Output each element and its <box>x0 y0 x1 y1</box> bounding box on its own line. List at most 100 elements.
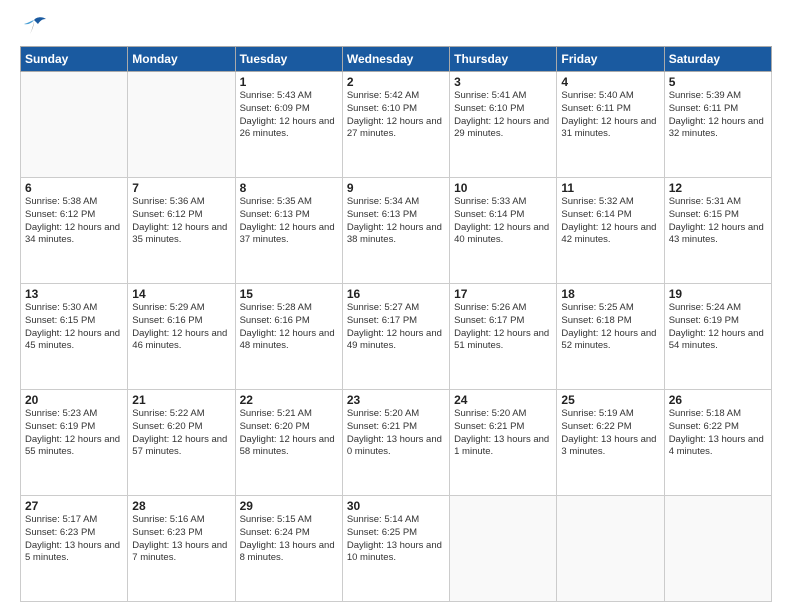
day-number: 14 <box>132 287 230 301</box>
day-number: 12 <box>669 181 767 195</box>
day-number: 29 <box>240 499 338 513</box>
day-number: 8 <box>240 181 338 195</box>
day-info: Sunrise: 5:23 AM Sunset: 6:19 PM Dayligh… <box>25 408 123 459</box>
day-number: 25 <box>561 393 659 407</box>
day-cell: 21Sunrise: 5:22 AM Sunset: 6:20 PM Dayli… <box>128 390 235 496</box>
day-number: 6 <box>25 181 123 195</box>
day-number: 18 <box>561 287 659 301</box>
day-number: 1 <box>240 75 338 89</box>
day-number: 5 <box>669 75 767 89</box>
day-cell: 9Sunrise: 5:34 AM Sunset: 6:13 PM Daylig… <box>342 178 449 284</box>
day-number: 4 <box>561 75 659 89</box>
day-cell: 2Sunrise: 5:42 AM Sunset: 6:10 PM Daylig… <box>342 72 449 178</box>
day-info: Sunrise: 5:20 AM Sunset: 6:21 PM Dayligh… <box>347 408 445 459</box>
day-cell: 15Sunrise: 5:28 AM Sunset: 6:16 PM Dayli… <box>235 284 342 390</box>
day-cell <box>21 72 128 178</box>
day-info: Sunrise: 5:28 AM Sunset: 6:16 PM Dayligh… <box>240 302 338 353</box>
day-info: Sunrise: 5:36 AM Sunset: 6:12 PM Dayligh… <box>132 196 230 247</box>
day-cell: 20Sunrise: 5:23 AM Sunset: 6:19 PM Dayli… <box>21 390 128 496</box>
day-number: 28 <box>132 499 230 513</box>
day-number: 30 <box>347 499 445 513</box>
day-cell <box>128 72 235 178</box>
page: SundayMondayTuesdayWednesdayThursdayFrid… <box>0 0 792 612</box>
day-info: Sunrise: 5:17 AM Sunset: 6:23 PM Dayligh… <box>25 514 123 565</box>
weekday-header-monday: Monday <box>128 47 235 72</box>
day-info: Sunrise: 5:16 AM Sunset: 6:23 PM Dayligh… <box>132 514 230 565</box>
day-cell: 25Sunrise: 5:19 AM Sunset: 6:22 PM Dayli… <box>557 390 664 496</box>
day-cell: 14Sunrise: 5:29 AM Sunset: 6:16 PM Dayli… <box>128 284 235 390</box>
weekday-header-friday: Friday <box>557 47 664 72</box>
day-info: Sunrise: 5:15 AM Sunset: 6:24 PM Dayligh… <box>240 514 338 565</box>
day-number: 15 <box>240 287 338 301</box>
day-cell <box>450 496 557 602</box>
week-row-1: 1Sunrise: 5:43 AM Sunset: 6:09 PM Daylig… <box>21 72 772 178</box>
day-number: 23 <box>347 393 445 407</box>
day-cell <box>557 496 664 602</box>
day-info: Sunrise: 5:20 AM Sunset: 6:21 PM Dayligh… <box>454 408 552 459</box>
weekday-header-sunday: Sunday <box>21 47 128 72</box>
day-info: Sunrise: 5:32 AM Sunset: 6:14 PM Dayligh… <box>561 196 659 247</box>
day-number: 22 <box>240 393 338 407</box>
day-number: 20 <box>25 393 123 407</box>
day-info: Sunrise: 5:26 AM Sunset: 6:17 PM Dayligh… <box>454 302 552 353</box>
day-number: 27 <box>25 499 123 513</box>
day-info: Sunrise: 5:25 AM Sunset: 6:18 PM Dayligh… <box>561 302 659 353</box>
week-row-3: 13Sunrise: 5:30 AM Sunset: 6:15 PM Dayli… <box>21 284 772 390</box>
day-cell: 29Sunrise: 5:15 AM Sunset: 6:24 PM Dayli… <box>235 496 342 602</box>
day-cell: 18Sunrise: 5:25 AM Sunset: 6:18 PM Dayli… <box>557 284 664 390</box>
weekday-header-row: SundayMondayTuesdayWednesdayThursdayFrid… <box>21 47 772 72</box>
day-cell: 8Sunrise: 5:35 AM Sunset: 6:13 PM Daylig… <box>235 178 342 284</box>
day-cell: 6Sunrise: 5:38 AM Sunset: 6:12 PM Daylig… <box>21 178 128 284</box>
week-row-5: 27Sunrise: 5:17 AM Sunset: 6:23 PM Dayli… <box>21 496 772 602</box>
weekday-header-tuesday: Tuesday <box>235 47 342 72</box>
day-number: 26 <box>669 393 767 407</box>
logo <box>20 16 52 38</box>
day-info: Sunrise: 5:29 AM Sunset: 6:16 PM Dayligh… <box>132 302 230 353</box>
logo-bird-icon <box>20 16 48 38</box>
day-info: Sunrise: 5:27 AM Sunset: 6:17 PM Dayligh… <box>347 302 445 353</box>
day-info: Sunrise: 5:43 AM Sunset: 6:09 PM Dayligh… <box>240 90 338 141</box>
day-cell: 26Sunrise: 5:18 AM Sunset: 6:22 PM Dayli… <box>664 390 771 496</box>
day-number: 21 <box>132 393 230 407</box>
day-number: 3 <box>454 75 552 89</box>
day-info: Sunrise: 5:39 AM Sunset: 6:11 PM Dayligh… <box>669 90 767 141</box>
day-info: Sunrise: 5:34 AM Sunset: 6:13 PM Dayligh… <box>347 196 445 247</box>
weekday-header-saturday: Saturday <box>664 47 771 72</box>
day-info: Sunrise: 5:33 AM Sunset: 6:14 PM Dayligh… <box>454 196 552 247</box>
day-cell <box>664 496 771 602</box>
day-info: Sunrise: 5:42 AM Sunset: 6:10 PM Dayligh… <box>347 90 445 141</box>
day-cell: 30Sunrise: 5:14 AM Sunset: 6:25 PM Dayli… <box>342 496 449 602</box>
day-info: Sunrise: 5:22 AM Sunset: 6:20 PM Dayligh… <box>132 408 230 459</box>
day-cell: 3Sunrise: 5:41 AM Sunset: 6:10 PM Daylig… <box>450 72 557 178</box>
day-cell: 28Sunrise: 5:16 AM Sunset: 6:23 PM Dayli… <box>128 496 235 602</box>
day-info: Sunrise: 5:35 AM Sunset: 6:13 PM Dayligh… <box>240 196 338 247</box>
day-number: 7 <box>132 181 230 195</box>
day-cell: 17Sunrise: 5:26 AM Sunset: 6:17 PM Dayli… <box>450 284 557 390</box>
day-info: Sunrise: 5:18 AM Sunset: 6:22 PM Dayligh… <box>669 408 767 459</box>
top-area <box>20 16 772 38</box>
day-number: 2 <box>347 75 445 89</box>
calendar: SundayMondayTuesdayWednesdayThursdayFrid… <box>20 46 772 602</box>
day-cell: 24Sunrise: 5:20 AM Sunset: 6:21 PM Dayli… <box>450 390 557 496</box>
day-cell: 11Sunrise: 5:32 AM Sunset: 6:14 PM Dayli… <box>557 178 664 284</box>
day-info: Sunrise: 5:40 AM Sunset: 6:11 PM Dayligh… <box>561 90 659 141</box>
day-info: Sunrise: 5:30 AM Sunset: 6:15 PM Dayligh… <box>25 302 123 353</box>
day-number: 13 <box>25 287 123 301</box>
day-number: 24 <box>454 393 552 407</box>
day-number: 11 <box>561 181 659 195</box>
day-info: Sunrise: 5:38 AM Sunset: 6:12 PM Dayligh… <box>25 196 123 247</box>
day-cell: 5Sunrise: 5:39 AM Sunset: 6:11 PM Daylig… <box>664 72 771 178</box>
day-info: Sunrise: 5:14 AM Sunset: 6:25 PM Dayligh… <box>347 514 445 565</box>
day-cell: 13Sunrise: 5:30 AM Sunset: 6:15 PM Dayli… <box>21 284 128 390</box>
day-cell: 4Sunrise: 5:40 AM Sunset: 6:11 PM Daylig… <box>557 72 664 178</box>
day-cell: 19Sunrise: 5:24 AM Sunset: 6:19 PM Dayli… <box>664 284 771 390</box>
weekday-header-thursday: Thursday <box>450 47 557 72</box>
week-row-4: 20Sunrise: 5:23 AM Sunset: 6:19 PM Dayli… <box>21 390 772 496</box>
day-cell: 27Sunrise: 5:17 AM Sunset: 6:23 PM Dayli… <box>21 496 128 602</box>
week-row-2: 6Sunrise: 5:38 AM Sunset: 6:12 PM Daylig… <box>21 178 772 284</box>
day-number: 16 <box>347 287 445 301</box>
day-info: Sunrise: 5:21 AM Sunset: 6:20 PM Dayligh… <box>240 408 338 459</box>
day-info: Sunrise: 5:24 AM Sunset: 6:19 PM Dayligh… <box>669 302 767 353</box>
day-number: 10 <box>454 181 552 195</box>
day-number: 17 <box>454 287 552 301</box>
